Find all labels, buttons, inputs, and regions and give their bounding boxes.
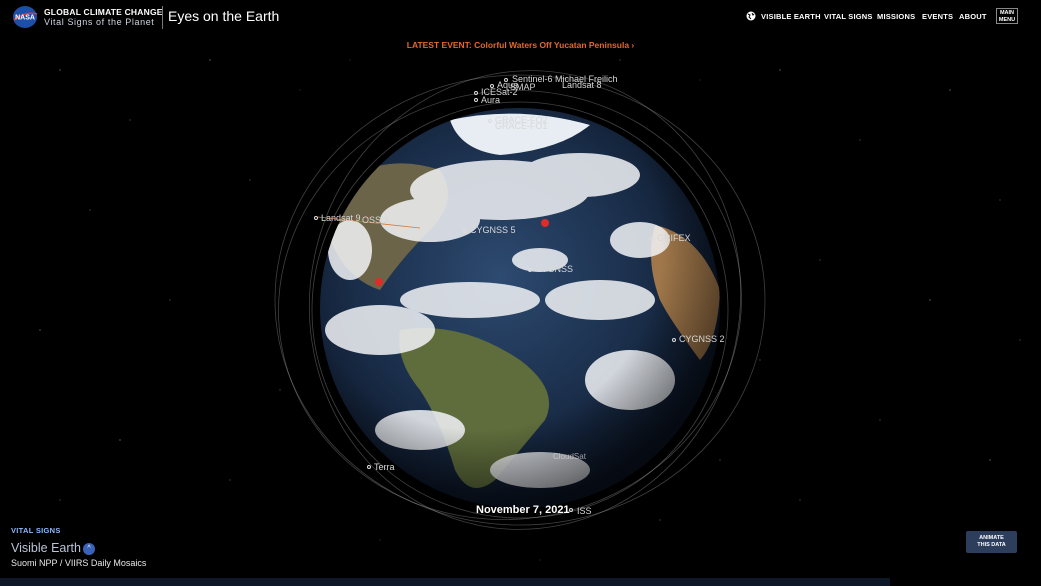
satellite-label[interactable]: CYGNSS 5 bbox=[470, 225, 516, 235]
iss-label[interactable]: ISS bbox=[577, 506, 592, 516]
event-marker[interactable] bbox=[375, 278, 383, 286]
satellite-label[interactable]: GRACE-FO1 bbox=[495, 121, 548, 131]
satellite-marker[interactable] bbox=[650, 237, 654, 241]
timeline-bar[interactable] bbox=[0, 578, 890, 586]
satellite-marker[interactable] bbox=[474, 98, 478, 102]
satellite-label[interactable]: Landsat 9 bbox=[321, 213, 361, 223]
chevron-up-icon[interactable]: ^ bbox=[83, 543, 95, 555]
satellite-label[interactable]: GRIFEX bbox=[657, 233, 691, 243]
satellite-marker[interactable] bbox=[474, 91, 478, 95]
satellite-label[interactable]: Terra bbox=[374, 462, 395, 472]
dataset-category-title[interactable]: Visible Earth bbox=[11, 541, 81, 555]
satellite-label[interactable]: CYGNSS bbox=[535, 264, 573, 274]
satellite-marker[interactable] bbox=[672, 338, 676, 342]
satellite-label[interactable]: Aura bbox=[481, 95, 500, 105]
animate-button-label-2: THIS DATA bbox=[977, 541, 1006, 548]
satellite-label[interactable]: OSS 3 bbox=[362, 215, 389, 225]
satellite-label[interactable]: Cal bbox=[375, 306, 387, 315]
satellite-marker[interactable] bbox=[488, 119, 492, 123]
event-marker[interactable] bbox=[541, 219, 549, 227]
vital-signs-caption[interactable]: VITAL SIGNS bbox=[11, 526, 61, 535]
satellite-label[interactable]: CloudSat bbox=[553, 452, 586, 461]
satellite-marker[interactable] bbox=[528, 268, 532, 272]
satellite-marker[interactable] bbox=[569, 508, 573, 512]
satellite-marker[interactable] bbox=[463, 229, 467, 233]
satellite-marker[interactable] bbox=[314, 216, 318, 220]
satellite-marker[interactable] bbox=[367, 465, 371, 469]
satellite-label[interactable]: Landsat 8 bbox=[562, 80, 602, 90]
satellite-label[interactable]: CYGNSS 2 bbox=[679, 334, 725, 344]
current-date: November 7, 2021 bbox=[476, 504, 570, 516]
animate-data-button[interactable]: ANIMATE THIS DATA bbox=[966, 531, 1017, 553]
dataset-name: Suomi NPP / VIIRS Daily Mosaics bbox=[11, 558, 147, 568]
